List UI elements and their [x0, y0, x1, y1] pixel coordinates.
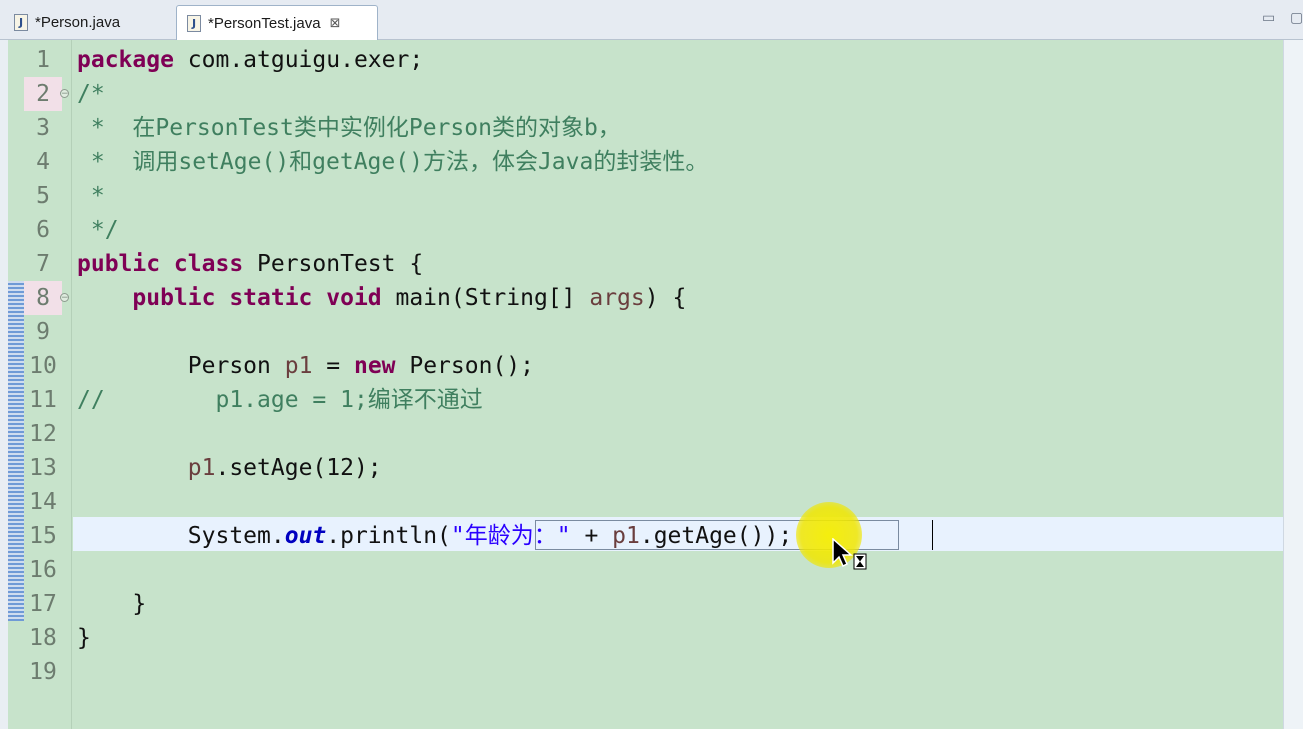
line-number: 4 [36, 149, 50, 175]
code-text: ) { [644, 285, 687, 311]
parameter: args [589, 285, 645, 311]
code-line-1: package com.atguigu.exer; [77, 43, 423, 77]
tab-person-java[interactable]: J *Person.java [4, 5, 174, 40]
line-number: 11 [29, 387, 57, 413]
local-variable: p1 [187, 455, 216, 481]
code-text: .setAge(12); [215, 455, 382, 481]
line-number: 16 [29, 557, 57, 583]
line-number: 13 [29, 455, 57, 481]
keyword: public static void [132, 285, 382, 311]
code-line-4: * 调用setAge()和getAge()方法，体会Java的封装性。 [77, 149, 709, 175]
keyword: new [353, 353, 396, 379]
editor-left-strip [0, 40, 8, 729]
code-line-8: public static void main(String[] args) { [77, 281, 686, 315]
line-number: 2 [24, 77, 62, 111]
line-number: 14 [29, 489, 57, 515]
code-line-2: /* [77, 81, 105, 107]
code-line-6: */ [77, 217, 119, 243]
line-number: 8 [24, 281, 62, 315]
close-icon[interactable]: ⊠ [330, 16, 341, 31]
fold-collapse-icon[interactable]: − [60, 293, 69, 303]
overview-ruler [1283, 40, 1303, 729]
line-number: 1 [36, 47, 50, 73]
line-number: 6 [36, 217, 50, 243]
java-file-icon: J [187, 14, 201, 32]
line-number: 15 [29, 523, 57, 549]
code-line-17: } [77, 591, 147, 617]
code-line-18: } [77, 625, 91, 651]
code-text: main(String[] [381, 285, 590, 311]
busy-cursor-icon [832, 538, 867, 570]
local-variable: p1 [284, 353, 313, 379]
line-number: 12 [29, 421, 57, 447]
line-number: 10 [29, 353, 57, 379]
code-text: Person(); [395, 353, 534, 379]
code-text: Person [77, 353, 285, 379]
tab-label: *Person.java [35, 14, 121, 31]
code-text: System. [77, 523, 285, 549]
code-text: = [312, 353, 354, 379]
code-line-5: * [77, 183, 105, 209]
maximize-icon[interactable]: ▢ [1290, 10, 1303, 26]
code-line-3: * 在PersonTest类中实例化Person类的对象b， [77, 115, 621, 141]
java-file-icon: J [14, 14, 28, 31]
code-editor[interactable]: 1 2 3 4 5 6 7 8 9 10 11 12 13 14 15 16 1… [0, 40, 1303, 729]
line-number: 9 [36, 319, 50, 345]
code-text: com.atguigu.exer; [173, 47, 424, 73]
minimize-icon[interactable]: ▭ [1262, 10, 1275, 26]
line-number: 19 [29, 659, 57, 685]
code-line-13: p1.setAge(12); [77, 451, 382, 485]
quick-diff-change-bar [8, 281, 24, 621]
static-field: out [284, 523, 327, 549]
fold-collapse-icon[interactable]: − [60, 89, 69, 99]
code-text: PersonTest { [243, 251, 424, 277]
code-line-7: public class PersonTest { [77, 247, 423, 281]
keyword: public class [77, 251, 244, 277]
line-number: 7 [36, 251, 50, 277]
editor-tab-bar: J *Person.java J *PersonTest.java ⊠ ▭ ▢ [0, 0, 1303, 40]
code-text: .println( [326, 523, 451, 549]
code-line-10: Person p1 = new Person(); [77, 349, 534, 383]
keyword: package [77, 47, 174, 73]
text-caret [932, 520, 933, 550]
line-number: 5 [36, 183, 50, 209]
tab-label: *PersonTest.java [208, 14, 321, 32]
tab-persontest-java[interactable]: J *PersonTest.java ⊠ [176, 5, 378, 40]
line-number: 17 [29, 591, 57, 617]
line-number: 18 [29, 625, 57, 651]
line-number: 3 [36, 115, 50, 141]
code-line-11: // p1.age = 1;编译不通过 [77, 387, 483, 413]
